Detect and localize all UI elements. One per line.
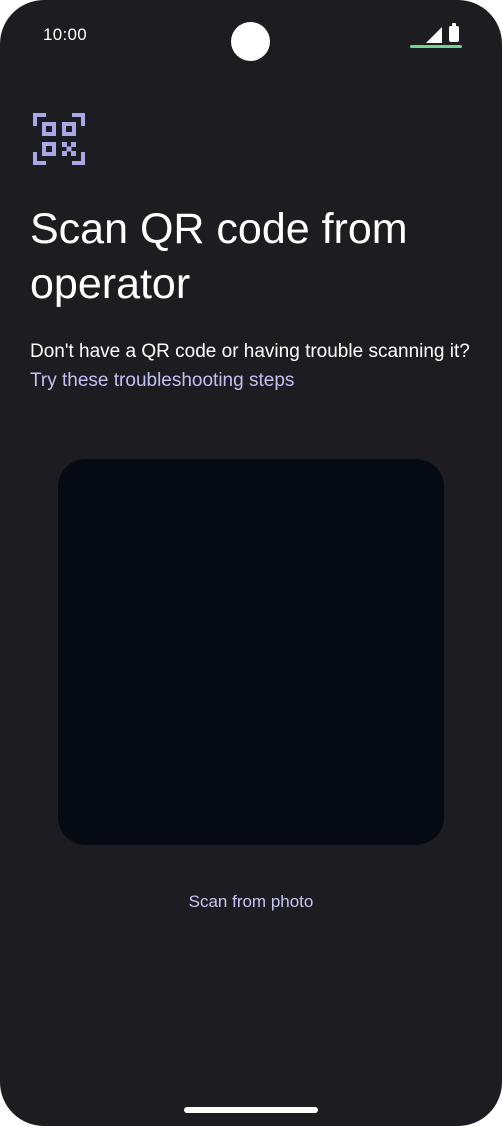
battery-icon [449, 23, 459, 42]
scan-from-photo-button[interactable]: Scan from photo [151, 882, 351, 922]
camera-cutout [231, 22, 270, 61]
phone-screen: 10:00 Scan QR code from operator Don't h… [0, 0, 502, 1126]
camera-preview [58, 459, 444, 845]
signal-icon [426, 27, 442, 43]
help-text: Don't have a QR code or having trouble s… [30, 337, 480, 395]
troubleshooting-link[interactable]: Try these troubleshooting steps [30, 370, 294, 391]
home-indicator[interactable] [184, 1107, 318, 1113]
status-bar: 10:00 [0, 0, 502, 72]
page-title: Scan QR code from operator [30, 205, 408, 308]
status-time: 10:00 [43, 25, 88, 44]
qr-code-scanner-icon [33, 113, 85, 165]
help-text-body: Don't have a QR code or having trouble s… [30, 341, 470, 362]
charging-indicator [410, 45, 462, 48]
